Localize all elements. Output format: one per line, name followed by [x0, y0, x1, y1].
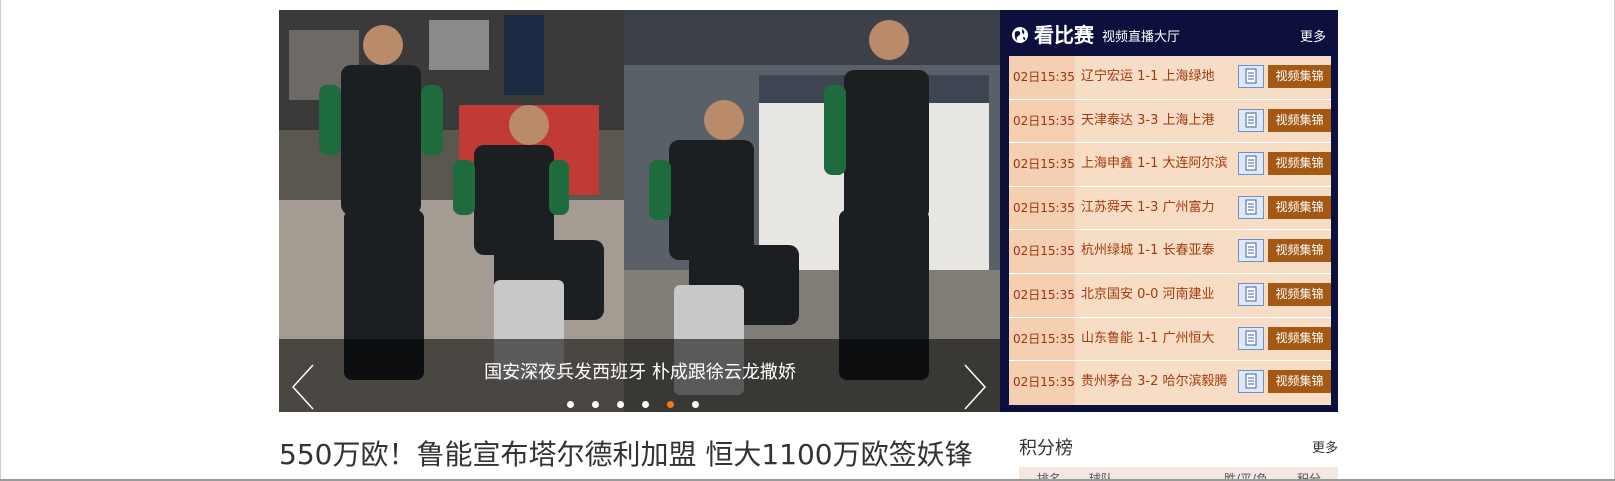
document-icon — [1245, 330, 1257, 346]
match-row[interactable]: 02日15:35 北京国安 0-0 河南建业 视频集锦 — [1009, 273, 1331, 318]
match-time-cell: 02日15:35 — [1009, 99, 1075, 143]
match-time-cell: 02日15:35 — [1009, 186, 1075, 230]
document-icon — [1245, 112, 1257, 128]
match-time-cell: 02日15:35 — [1009, 56, 1075, 99]
chevron-right-icon — [964, 364, 987, 410]
page-frame-left — [0, 0, 1, 481]
match-report-button[interactable] — [1238, 152, 1264, 176]
match-time: 02日15:35 — [1013, 331, 1075, 346]
match-report-button[interactable] — [1238, 370, 1264, 394]
match-teams-link[interactable]: 山东鲁能 1-1 广州恒大 — [1081, 330, 1215, 348]
match-row[interactable]: 02日15:35 辽宁宏运 1-1 上海绿地 视频集锦 — [1009, 56, 1331, 100]
globe-icon — [1012, 27, 1028, 43]
video-highlights-button[interactable]: 视频集锦 — [1268, 239, 1331, 263]
match-row[interactable]: 02日15:35 上海申鑫 1-1 大连阿尔滨 视频集锦 — [1009, 143, 1331, 187]
match-teams-link[interactable]: 上海申鑫 1-1 大连阿尔滨 — [1081, 155, 1228, 173]
match-teams-link[interactable]: 贵州茅台 3-2 哈尔滨毅腾 — [1081, 373, 1228, 391]
live-panel-subtitle: 视频直播大厅 — [1102, 30, 1181, 45]
match-time: 02日15:35 — [1013, 200, 1075, 215]
video-highlights-button[interactable]: 视频集锦 — [1268, 282, 1331, 306]
document-icon — [1245, 373, 1257, 389]
slider-dot[interactable] — [642, 401, 649, 408]
chevron-left-icon — [291, 364, 314, 410]
match-list: 02日15:35 辽宁宏运 1-1 上海绿地 视频集锦 02日15:35 天津泰达 3-… — [1009, 56, 1331, 405]
match-teams-link[interactable]: 杭州绿城 1-1 长春亚泰 — [1081, 242, 1215, 260]
match-row[interactable]: 02日15:35 杭州绿城 1-1 长春亚泰 视频集锦 — [1009, 230, 1331, 274]
match-teams-link[interactable]: 天津泰达 3-3 上海上港 — [1081, 112, 1215, 130]
match-time: 02日15:35 — [1013, 157, 1075, 172]
slider-next-button[interactable] — [959, 362, 989, 412]
standings-more-link[interactable]: 更多 — [1312, 440, 1338, 458]
video-highlights-button[interactable]: 视频集锦 — [1268, 108, 1331, 132]
news-slider[interactable]: 国安深夜兵发西班牙 朴成跟徐云龙撒娇 — [279, 10, 1001, 412]
match-report-button[interactable] — [1238, 108, 1264, 132]
match-row[interactable]: 02日15:35 江苏舜天 1-3 广州富力 视频集锦 — [1009, 186, 1331, 231]
standings-title: 积分榜 — [1019, 438, 1073, 459]
slider-dot[interactable] — [567, 401, 574, 408]
match-teams-link[interactable]: 北京国安 0-0 河南建业 — [1081, 286, 1215, 304]
match-time: 02日15:35 — [1013, 70, 1075, 84]
document-icon — [1245, 199, 1257, 215]
slider-prev-button[interactable] — [289, 362, 319, 412]
match-time: 02日15:35 — [1013, 244, 1075, 259]
slider-dot[interactable] — [667, 401, 674, 408]
match-time-cell: 02日15:35 — [1009, 361, 1075, 405]
match-teams-link[interactable]: 辽宁宏运 1-1 上海绿地 — [1081, 68, 1215, 86]
video-highlights-button[interactable]: 视频集锦 — [1268, 326, 1331, 350]
match-row[interactable]: 02日15:35 山东鲁能 1-1 广州恒大 视频集锦 — [1009, 317, 1331, 362]
match-time-cell: 02日15:35 — [1009, 230, 1075, 273]
live-more-link[interactable]: 更多 — [1300, 29, 1326, 47]
document-icon — [1245, 286, 1257, 302]
video-highlights-button[interactable]: 视频集锦 — [1268, 152, 1331, 176]
match-time: 02日15:35 — [1013, 375, 1075, 390]
match-time-cell: 02日15:35 — [1009, 273, 1075, 317]
live-panel-title: 看比赛 — [1034, 23, 1094, 47]
video-highlights-button[interactable]: 视频集锦 — [1268, 195, 1331, 219]
slider-dot[interactable] — [617, 401, 624, 408]
live-panel-header: 看比赛 视频直播大厅 更多 — [1000, 10, 1338, 56]
match-report-button[interactable] — [1238, 239, 1264, 263]
match-time-cell: 02日15:35 — [1009, 317, 1075, 361]
match-row[interactable]: 02日15:35 天津泰达 3-3 上海上港 视频集锦 — [1009, 99, 1331, 144]
slider-caption[interactable]: 国安深夜兵发西班牙 朴成跟徐云龙撒娇 — [279, 362, 1001, 384]
match-report-button[interactable] — [1238, 195, 1264, 219]
match-report-button[interactable] — [1238, 282, 1264, 306]
match-row[interactable]: 02日15:35 贵州茅台 3-2 哈尔滨毅腾 视频集锦 — [1009, 361, 1331, 405]
slider-dots — [567, 401, 699, 409]
document-icon — [1245, 155, 1257, 171]
video-highlights-button[interactable]: 视频集锦 — [1268, 370, 1331, 394]
slider-dot[interactable] — [692, 401, 699, 408]
slider-dot[interactable] — [592, 401, 599, 408]
match-teams-link[interactable]: 江苏舜天 1-3 广州富力 — [1081, 199, 1215, 217]
news-headline[interactable]: 550万欧！鲁能宣布塔尔德利加盟 恒大1100万欧签妖锋 — [279, 438, 973, 472]
document-icon — [1245, 68, 1257, 84]
match-report-button[interactable] — [1238, 65, 1264, 88]
video-highlights-button[interactable]: 视频集锦 — [1268, 65, 1331, 88]
match-report-button[interactable] — [1238, 326, 1264, 350]
document-icon — [1245, 242, 1257, 258]
live-video-panel: 看比赛 视频直播大厅 更多 02日15:35 辽宁宏运 1-1 上海绿地 视频集锦 0… — [1000, 10, 1338, 412]
match-time: 02日15:35 — [1013, 113, 1075, 128]
match-time: 02日15:35 — [1013, 287, 1075, 302]
match-time-cell: 02日15:35 — [1009, 143, 1075, 186]
